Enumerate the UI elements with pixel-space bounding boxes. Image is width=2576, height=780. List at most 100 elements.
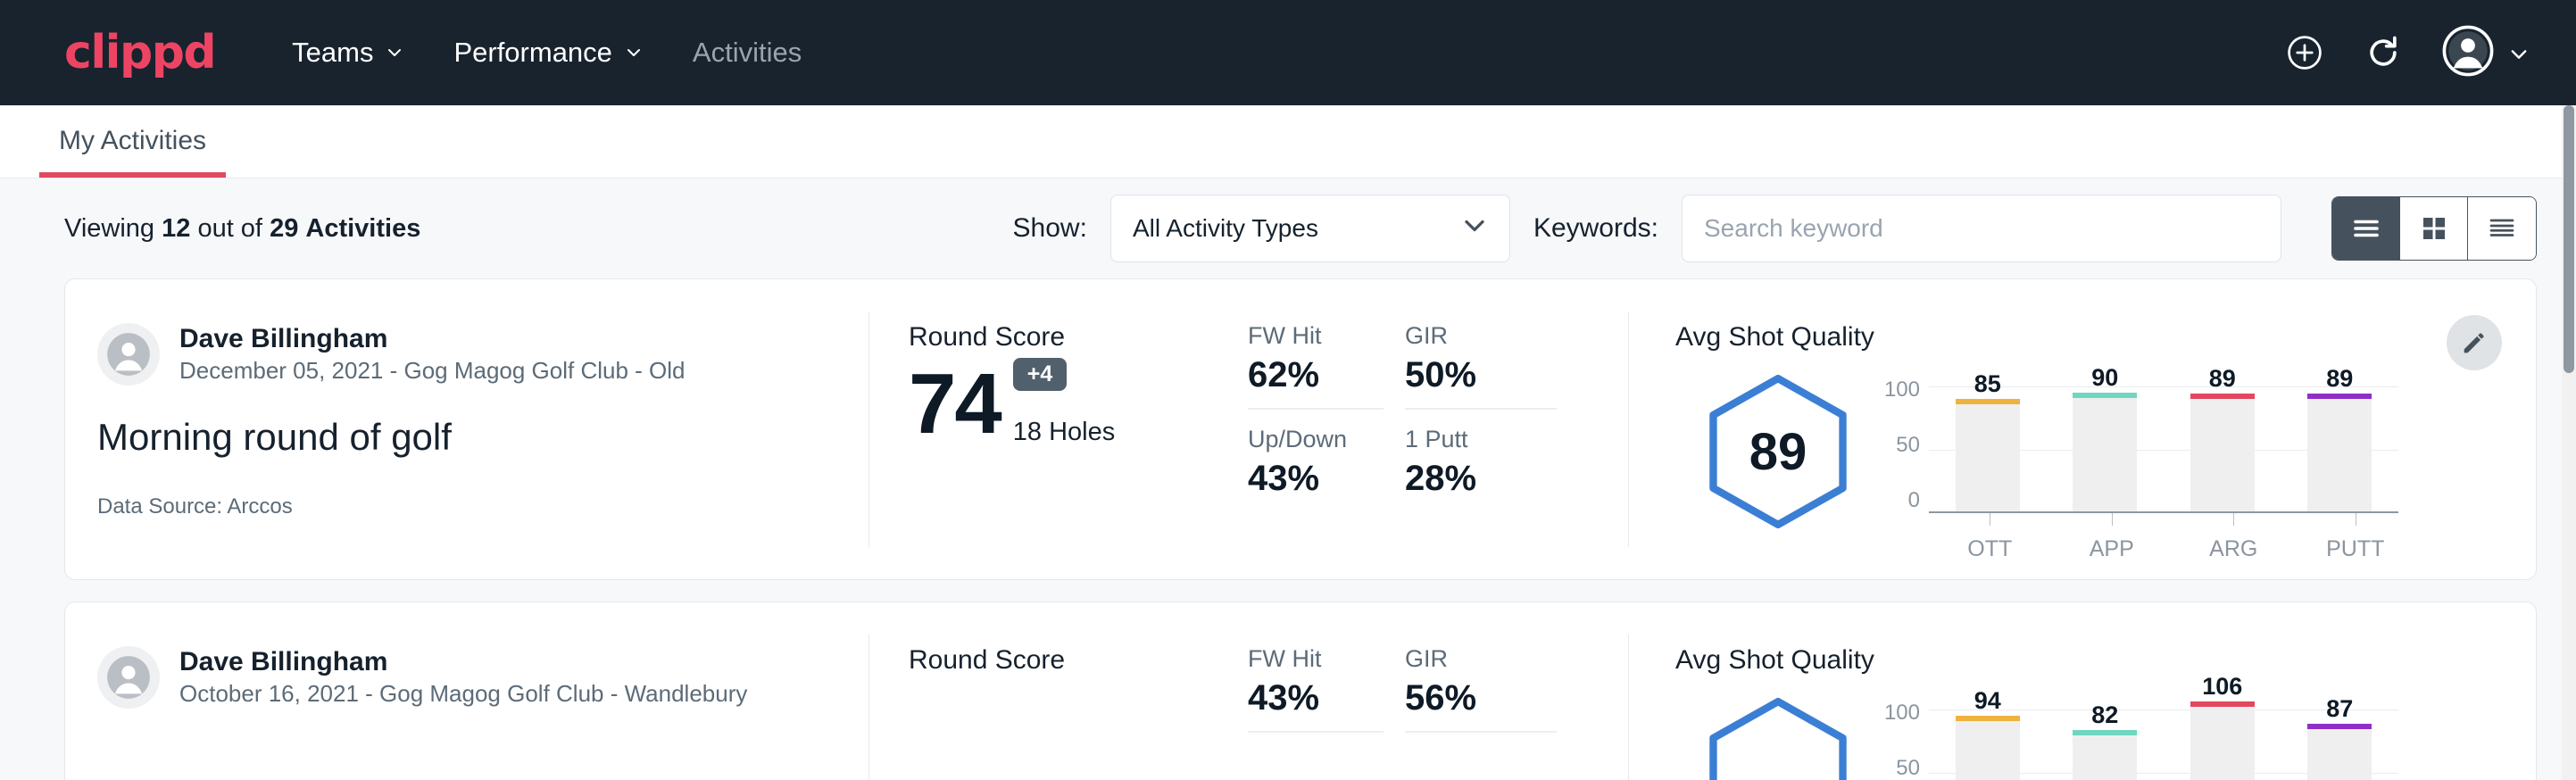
activity-card[interactable]: Dave Billingham December 05, 2021 - Gog … [64, 278, 2537, 580]
nav-item-teams[interactable]: Teams [292, 37, 403, 69]
bar-cap-ott [1956, 716, 2020, 721]
stat-up-down-value: 43% [1248, 459, 1384, 499]
detail-view-button[interactable] [2468, 197, 2536, 260]
chevron-down-icon [625, 44, 643, 62]
shot-quality-section: Avg Shot Quality 89 100 50 [1629, 279, 2536, 579]
stat-gir-value: 50% [1405, 355, 1557, 395]
bar-ott: 94 [1929, 701, 2047, 780]
list-view-button[interactable] [2332, 197, 2400, 260]
bar-value-putt: 89 [2326, 365, 2353, 393]
clippd-logo[interactable]: clippd [64, 26, 215, 79]
holes-label: 18 Holes [1013, 418, 1115, 447]
filter-controls: Show: All Activity Types Keywords: [1013, 195, 2281, 262]
bar-cap-app [2073, 730, 2137, 735]
y-tick-100: 100 [1881, 378, 1920, 402]
stat-fw-hit-value: 62% [1248, 355, 1384, 395]
refresh-icon[interactable] [2364, 33, 2403, 72]
stat-fw-hit-label: FW Hit [1248, 645, 1384, 673]
stats-section: FW Hit 43% GIR 56% [1226, 602, 1628, 780]
chevron-down-icon [386, 44, 403, 62]
bar-value-app: 82 [2091, 701, 2118, 729]
top-navigation-bar: clippd Teams Performance Activities [0, 0, 2576, 105]
chevron-down-icon [1461, 212, 1488, 245]
shot-quality-hexagon [1675, 685, 1881, 780]
y-tick-50: 50 [1881, 433, 1920, 458]
round-score-label: Round Score [909, 322, 1226, 353]
avg-shot-quality-label: Avg Shot Quality [1675, 645, 2504, 676]
viewing-middle: out of [197, 214, 262, 243]
view-mode-toggle [2331, 196, 2537, 261]
activity-list: Dave Billingham December 05, 2021 - Gog … [0, 278, 2576, 780]
stat-up-down-label: Up/Down [1248, 426, 1384, 453]
bar-value-arg: 89 [2209, 365, 2236, 393]
activity-data-source: Data Source: Arccos [97, 494, 843, 519]
nav-item-performance[interactable]: Performance [453, 37, 642, 69]
round-score-section: Round Score [869, 602, 1226, 780]
bar-cap-ott [1956, 399, 2020, 404]
account-menu[interactable] [2442, 25, 2526, 81]
viewing-prefix: Viewing [64, 214, 154, 243]
stats-section: FW Hit 62% GIR 50% Up/Down 43% 1 Putt 28… [1226, 279, 1628, 579]
filter-bar: Viewing 12 out of 29 Activities Show: Al… [0, 178, 2576, 278]
activity-summary: Dave Billingham October 16, 2021 - Gog M… [65, 602, 868, 780]
stat-gir: GIR 50% [1405, 322, 1557, 410]
shot-quality-section: Avg Shot Quality 100 50 [1629, 602, 2536, 780]
bar-cap-putt [2307, 724, 2372, 729]
bar-arg: 106 [2164, 701, 2281, 780]
score-to-par-badge: +4 [1013, 358, 1068, 391]
chart-plot-area: 85 90 [1929, 378, 2398, 513]
activity-type-select[interactable]: All Activity Types [1110, 195, 1510, 262]
stat-one-putt: 1 Putt 28% [1405, 426, 1557, 511]
activity-summary: Dave Billingham December 05, 2021 - Gog … [65, 279, 868, 579]
player-info: Dave Billingham October 16, 2021 - Gog M… [97, 645, 843, 709]
y-tick-50: 50 [1881, 756, 1920, 780]
activity-card[interactable]: Dave Billingham October 16, 2021 - Gog M… [64, 602, 2537, 780]
bar-arg: 89 [2164, 378, 2281, 511]
bar-value-ott: 94 [1974, 687, 2001, 715]
main-nav-links: Teams Performance Activities [292, 37, 802, 69]
stat-fw-hit-value: 43% [1248, 678, 1384, 718]
stat-gir: GIR 56% [1405, 645, 1557, 733]
bar-ott: 85 [1929, 378, 2047, 511]
grid-view-button[interactable] [2400, 197, 2468, 260]
shot-quality-chart: 100 50 0 85 [1881, 361, 2398, 513]
chart-plot-area: 94 82 [1929, 701, 2398, 780]
activity-meta: December 05, 2021 - Gog Magog Golf Club … [179, 356, 686, 386]
x-tick-app: APP [2051, 513, 2173, 562]
tab-my-activities[interactable]: My Activities [39, 126, 226, 178]
chart-x-axis: OTT APP ARG PUTT [1929, 513, 2416, 562]
stat-gir-value: 56% [1405, 678, 1557, 718]
avg-shot-quality-label: Avg Shot Quality [1675, 322, 2504, 353]
x-tick-arg: ARG [2173, 513, 2295, 562]
add-icon[interactable] [2285, 33, 2324, 72]
round-score-label: Round Score [909, 645, 1226, 676]
search-input[interactable] [1682, 195, 2281, 262]
chart-bars: 94 82 [1929, 701, 2398, 780]
bar-cap-putt [2307, 394, 2372, 399]
scrollbar-thumb[interactable] [2564, 105, 2574, 373]
nav-actions [2285, 25, 2526, 81]
round-score-value: 74 [909, 361, 1001, 447]
y-tick-0: 0 [1881, 488, 1920, 513]
shot-quality-chart: 100 50 0 94 [1881, 685, 2398, 780]
round-score-value-row: 74 +4 18 Holes [909, 358, 1226, 447]
edit-activity-button[interactable] [2447, 315, 2502, 370]
chart-y-axis: 100 50 0 [1881, 378, 1929, 513]
pencil-icon [2459, 328, 2489, 358]
player-info: Dave Billingham December 05, 2021 - Gog … [97, 322, 843, 386]
y-tick-100: 100 [1881, 701, 1920, 726]
stat-gir-label: GIR [1405, 645, 1557, 673]
chevron-down-icon [2508, 44, 2526, 62]
activity-meta: October 16, 2021 - Gog Magog Golf Club -… [179, 679, 747, 709]
page-scrollbar[interactable] [2562, 105, 2576, 780]
avatar [97, 323, 160, 386]
chart-bars: 85 90 [1929, 378, 2398, 511]
viewing-count: 12 [162, 214, 190, 243]
bar-cap-arg [2190, 394, 2255, 399]
tab-bar: My Activities [0, 105, 2576, 178]
viewing-count-text: Viewing 12 out of 29 Activities [64, 214, 420, 244]
nav-item-activities[interactable]: Activities [693, 37, 802, 69]
stat-fw-hit-label: FW Hit [1248, 322, 1384, 350]
bar-putt: 87 [2281, 701, 2399, 780]
stat-fw-hit: FW Hit 43% [1248, 645, 1384, 733]
